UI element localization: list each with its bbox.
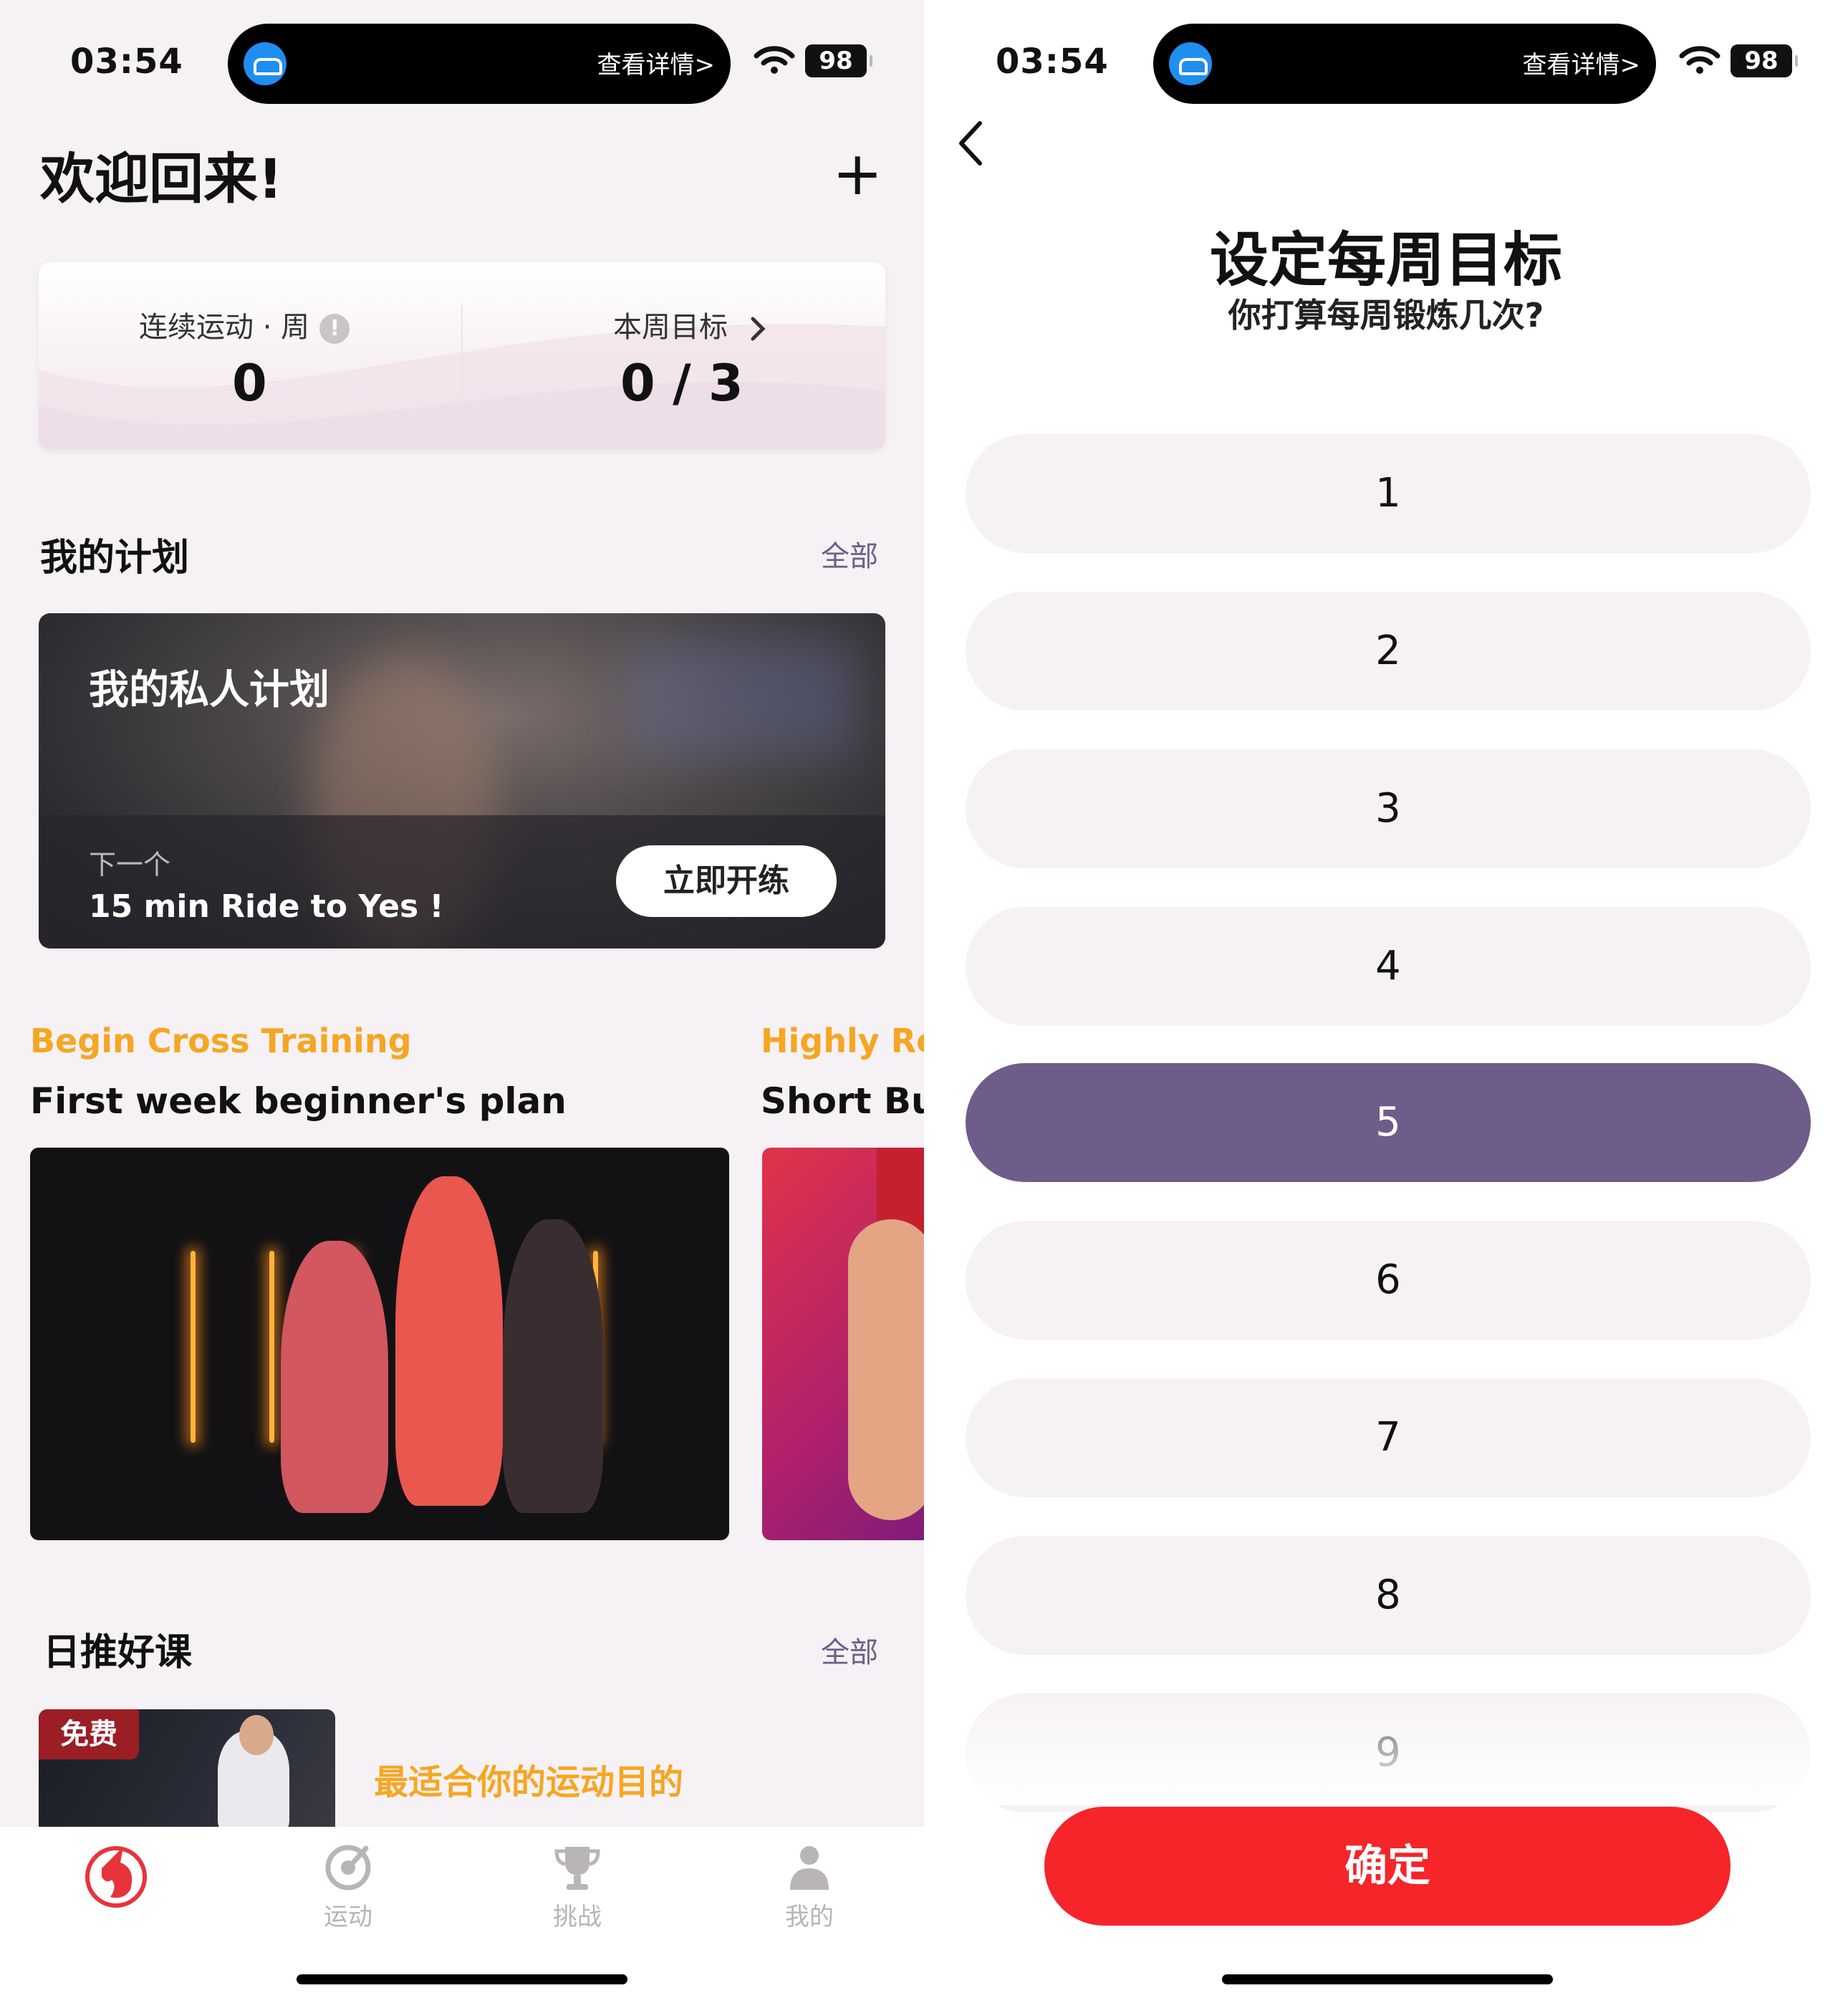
wifi-icon xyxy=(1679,46,1721,74)
stats-divider xyxy=(461,305,463,398)
info-icon[interactable]: ! xyxy=(319,314,350,344)
trophy-icon xyxy=(554,1847,600,1890)
streak-value: 0 xyxy=(232,354,267,413)
app-activity-icon xyxy=(244,42,287,85)
back-arrow-icon[interactable] xyxy=(950,115,993,172)
athlete-figure xyxy=(395,1176,503,1506)
app-activity-icon xyxy=(1169,42,1212,85)
tab-label: 运动 xyxy=(324,1903,372,1931)
promo-image-short-burn[interactable] xyxy=(762,1148,924,1540)
goal-option-7[interactable]: 7 xyxy=(966,1378,1811,1497)
goal-option-5-selected[interactable]: 5 xyxy=(966,1063,1811,1182)
weekly-goal-link[interactable]: 本周目标 xyxy=(613,304,769,345)
unicorn-logo-icon xyxy=(85,1846,147,1908)
start-training-button[interactable]: 立即开练 xyxy=(616,845,837,917)
my-plans-title: 我的计划 xyxy=(40,537,190,580)
goal-option-4[interactable]: 4 xyxy=(966,907,1811,1026)
profile-icon xyxy=(790,1846,829,1890)
confirm-button[interactable]: 确定 xyxy=(1044,1807,1731,1926)
promo-title[interactable]: First week beginner's plan xyxy=(30,1080,567,1122)
dynamic-island[interactable]: 查看详情> xyxy=(228,24,731,104)
weekly-goal-screen: 03:54 查看详情> 98 设定每周目标 你打算每周锻炼几次? 1 2 3 4… xyxy=(924,0,1848,2003)
dynamic-island[interactable]: 查看详情> xyxy=(1153,24,1656,104)
island-detail-link[interactable]: 查看详情> xyxy=(597,45,716,80)
status-time: 03:54 xyxy=(70,42,183,82)
daily-course-title: 日推好课 xyxy=(43,1631,193,1674)
free-badge: 免费 xyxy=(39,1709,139,1759)
promo-image-cross-training[interactable] xyxy=(30,1148,729,1540)
status-time: 03:54 xyxy=(996,42,1109,82)
wifi-icon xyxy=(754,46,795,74)
promo-kicker: Highly Rec xyxy=(761,1022,924,1060)
promo-kicker: Begin Cross Training xyxy=(30,1022,412,1060)
tab-label: 挑战 xyxy=(553,1903,602,1931)
goal-option-1[interactable]: 1 xyxy=(966,434,1811,553)
tab-profile[interactable]: 我的 xyxy=(752,1843,867,1932)
course-tagline[interactable]: 最适合你的运动目的 xyxy=(374,1754,683,1804)
weekly-goal-value: 0 / 3 xyxy=(620,354,743,413)
plan-card-title: 我的私人计划 xyxy=(89,667,329,714)
next-label: 下一个 xyxy=(89,849,171,880)
list-fade-overlay xyxy=(924,1691,1848,1805)
tab-workout[interactable]: 运动 xyxy=(291,1843,405,1932)
athlete-figure xyxy=(281,1241,388,1513)
bottom-tab-bar: 运动 挑战 我的 xyxy=(0,1827,924,2003)
island-detail-link[interactable]: 查看详情> xyxy=(1523,45,1641,80)
page-subtitle: 你打算每周锻炼几次? xyxy=(1228,296,1544,335)
athlete-figure xyxy=(503,1219,603,1513)
streak-label: 连续运动 · 周! xyxy=(139,304,350,345)
tab-home[interactable] xyxy=(59,1840,173,1911)
weekly-stats-card[interactable]: 连续运动 · 周! 0 本周目标 0 / 3 xyxy=(39,262,885,450)
goal-option-3[interactable]: 3 xyxy=(966,749,1811,868)
battery-indicator: 98 xyxy=(1731,44,1798,77)
goal-option-8[interactable]: 8 xyxy=(966,1536,1811,1655)
page-title: 设定每周目标 xyxy=(1209,226,1562,294)
chevron-right-icon xyxy=(751,317,766,341)
home-indicator[interactable] xyxy=(1222,1974,1553,1984)
goal-option-2[interactable]: 2 xyxy=(966,592,1811,711)
goal-option-6[interactable]: 6 xyxy=(966,1221,1811,1340)
athlete-arm xyxy=(848,1219,924,1520)
promo-title[interactable]: Short Bu xyxy=(761,1080,924,1122)
home-indicator[interactable] xyxy=(297,1974,627,1984)
course-thumbnail[interactable]: 免费 xyxy=(39,1709,335,1831)
battery-indicator: 98 xyxy=(805,44,872,77)
tab-label: 我的 xyxy=(785,1903,834,1931)
tab-challenge[interactable]: 挑战 xyxy=(520,1843,635,1932)
home-screen: 03:54 查看详情> 98 欢迎回来! + 连续运动 · 周! 0 本周目标 … xyxy=(0,0,924,2003)
my-plans-see-all[interactable]: 全部 xyxy=(821,533,878,575)
daily-see-all[interactable]: 全部 xyxy=(821,1629,878,1671)
plus-icon[interactable]: + xyxy=(832,143,882,203)
next-workout-name: 15 min Ride to Yes ! xyxy=(89,888,444,925)
private-plan-card[interactable]: 我的私人计划 下一个 15 min Ride to Yes ! 立即开练 xyxy=(39,613,885,948)
welcome-title: 欢迎回来! xyxy=(40,147,283,211)
workout-icon xyxy=(325,1845,371,1891)
